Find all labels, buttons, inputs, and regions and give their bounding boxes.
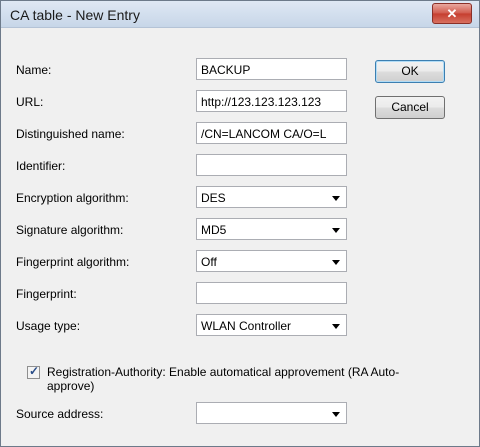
window-title: CA table - New Entry bbox=[10, 7, 140, 23]
dropdown-arrow-icon bbox=[332, 260, 340, 265]
checkmark-icon: ✓ bbox=[29, 364, 40, 378]
fp-algorithm-value: Off bbox=[201, 255, 217, 269]
registration-checkbox[interactable]: ✓ bbox=[27, 364, 40, 379]
dn-label: Distinguished name: bbox=[16, 127, 125, 141]
fingerprint-algorithm-select[interactable]: Off bbox=[196, 250, 347, 272]
usage-label: Usage type: bbox=[16, 319, 81, 333]
title-bar[interactable]: CA table - New Entry ✕ bbox=[1, 1, 479, 28]
signature-row: Signature algorithm: MD5 bbox=[1, 218, 479, 242]
dialog-window: CA table - New Entry ✕ OK Cancel Name: B… bbox=[0, 0, 480, 447]
signature-value: MD5 bbox=[201, 223, 227, 237]
url-input[interactable]: http://123.123.123.123 bbox=[196, 90, 347, 112]
source-label: Source address: bbox=[16, 407, 104, 421]
source-row: Source address: bbox=[1, 402, 479, 426]
usage-type-select[interactable]: WLAN Controller bbox=[196, 314, 347, 336]
close-icon: ✕ bbox=[446, 6, 458, 21]
dn-value: /CN=LANCOM CA/O=L bbox=[201, 127, 327, 141]
registration-label[interactable]: Registration-Authority: Enable automatic… bbox=[47, 365, 407, 393]
encryption-row: Encryption algorithm: DES bbox=[1, 186, 479, 210]
signature-label: Signature algorithm: bbox=[16, 223, 124, 237]
identifier-input[interactable] bbox=[196, 154, 347, 176]
encryption-label: Encryption algorithm: bbox=[16, 191, 129, 205]
dn-row: Distinguished name: /CN=LANCOM CA/O=L bbox=[1, 122, 479, 146]
identifier-label: Identifier: bbox=[16, 159, 66, 173]
source-address-select[interactable] bbox=[196, 402, 347, 424]
dropdown-arrow-icon bbox=[332, 196, 340, 201]
name-value: BACKUP bbox=[201, 63, 251, 77]
fingerprint-input[interactable] bbox=[196, 282, 347, 304]
fp-algorithm-row: Fingerprint algorithm: Off bbox=[1, 250, 479, 274]
url-row: URL: http://123.123.123.123 bbox=[1, 90, 479, 114]
dropdown-arrow-icon bbox=[332, 412, 340, 417]
name-row: Name: BACKUP bbox=[1, 58, 479, 82]
distinguished-name-input[interactable]: /CN=LANCOM CA/O=L bbox=[196, 122, 347, 144]
encryption-value: DES bbox=[201, 191, 226, 205]
name-input[interactable]: BACKUP bbox=[196, 58, 347, 80]
dropdown-arrow-icon bbox=[332, 228, 340, 233]
fingerprint-label: Fingerprint: bbox=[16, 287, 77, 301]
close-button[interactable]: ✕ bbox=[432, 3, 472, 24]
dropdown-arrow-icon bbox=[332, 324, 340, 329]
fingerprint-row: Fingerprint: bbox=[1, 282, 479, 306]
url-label: URL: bbox=[16, 95, 44, 109]
usage-row: Usage type: WLAN Controller bbox=[1, 314, 479, 338]
url-value: http://123.123.123.123 bbox=[201, 95, 322, 109]
usage-value: WLAN Controller bbox=[201, 319, 292, 333]
name-label: Name: bbox=[16, 63, 52, 77]
fp-algorithm-label: Fingerprint algorithm: bbox=[16, 255, 130, 269]
encryption-select[interactable]: DES bbox=[196, 186, 347, 208]
identifier-row: Identifier: bbox=[1, 154, 479, 178]
signature-select[interactable]: MD5 bbox=[196, 218, 347, 240]
